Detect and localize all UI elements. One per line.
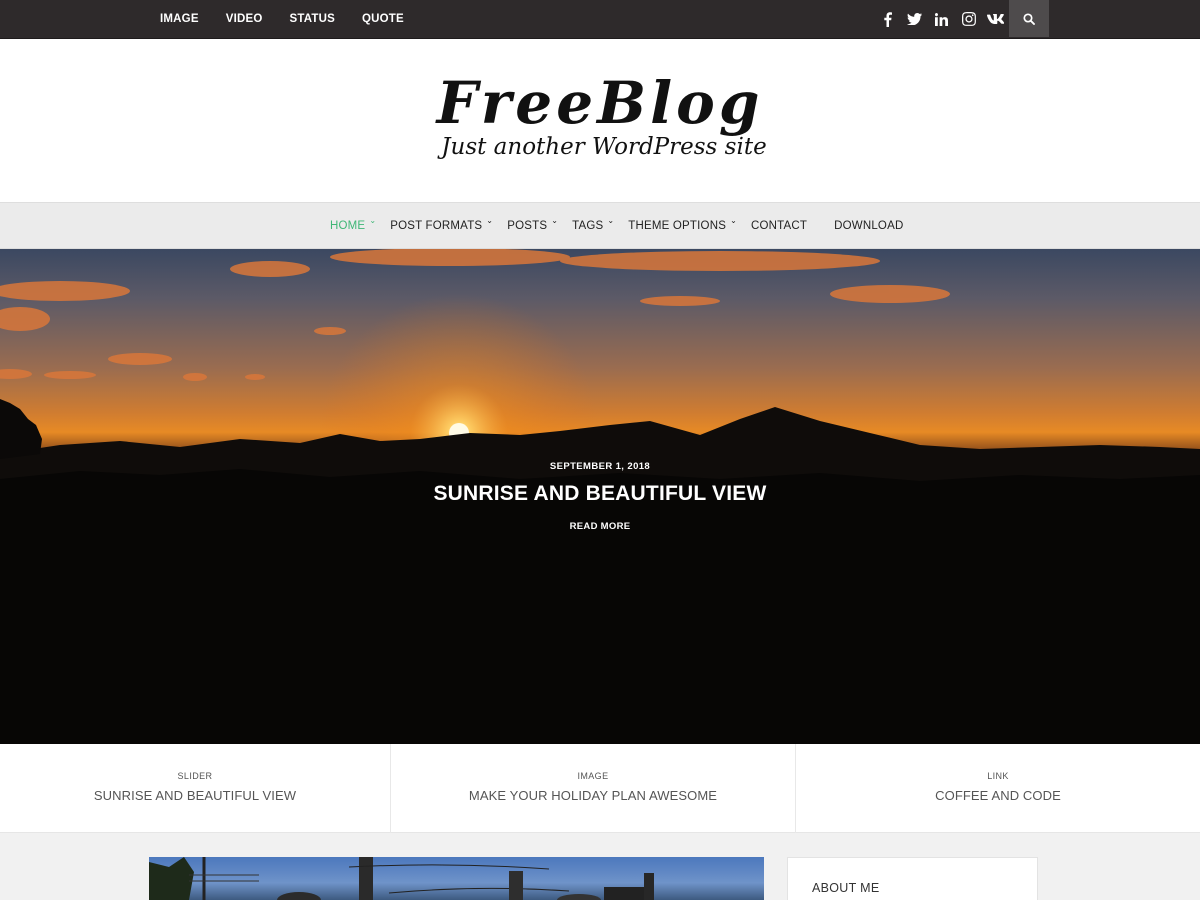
site-logo[interactable]: FreeBlog Just another WordPress site (0, 71, 1200, 161)
nav-item-label: CONTACT (750, 220, 808, 232)
linkedin-icon[interactable] (928, 0, 955, 38)
nav-item-download[interactable]: DOWNLOAD (834, 220, 903, 232)
social-links (874, 0, 1009, 38)
main-nav: HOME ⌄ POST FORMATS ⌄ POSTS ⌄ TAGS ⌄ THEME O… (0, 202, 1200, 249)
nav-item-label: DOWNLOAD (834, 220, 904, 232)
chevron-down-icon: ⌄ (486, 216, 494, 225)
nav-item-theme-options[interactable]: THEME OPTIONS ⌄ (628, 216, 737, 232)
vk-icon[interactable] (982, 0, 1009, 38)
nav-item-label: POST FORMATS (390, 220, 483, 232)
hero-date: SEPTEMBER 1, 2018 (549, 461, 651, 472)
nav-item-label: POSTS (507, 220, 548, 232)
site-header: FreeBlog Just another WordPress site (0, 39, 1200, 202)
facebook-icon[interactable] (874, 0, 901, 38)
featured-post-title[interactable]: COFFEE AND CODE (796, 788, 1200, 803)
instagram-icon[interactable] (955, 0, 982, 38)
site-title[interactable]: FreeBlog (0, 71, 1200, 135)
featured-post-image[interactable]: IMAGE MAKE YOUR HOLIDAY PLAN AWESOME (391, 744, 796, 833)
featured-posts: SLIDER SUNRISE AND BEAUTIFUL VIEW IMAGE … (0, 744, 1200, 833)
sidebar-widget-about: ABOUT ME (787, 857, 1038, 900)
post-thumbnail[interactable] (149, 857, 764, 900)
nav-item-home[interactable]: HOME ⌄ (330, 216, 376, 232)
featured-post-category[interactable]: LINK (796, 771, 1200, 781)
hero-read-more-link[interactable]: READ MORE (0, 521, 1200, 532)
featured-post-title[interactable]: SUNRISE AND BEAUTIFUL VIEW (0, 788, 390, 803)
main-nav-list: HOME ⌄ POST FORMATS ⌄ POSTS ⌄ TAGS ⌄ THEME O… (330, 203, 917, 249)
hero-slider[interactable]: SEPTEMBER 1, 2018 SUNRISE AND BEAUTIFUL … (0, 249, 1200, 744)
top-nav-video[interactable]: VIDEO (226, 13, 263, 25)
featured-post-link[interactable]: LINK COFFEE AND CODE (796, 744, 1200, 833)
widget-title: ABOUT ME (812, 881, 880, 895)
top-nav: IMAGE VIDEO STATUS QUOTE (149, 0, 419, 38)
search-icon (1023, 12, 1035, 25)
nav-item-label: HOME (330, 220, 366, 232)
nav-item-label: TAGS (572, 220, 604, 232)
chevron-down-icon: ⌄ (730, 216, 737, 225)
top-nav-status[interactable]: STATUS (290, 13, 336, 25)
top-bar-inner: IMAGE VIDEO STATUS QUOTE (149, 0, 1049, 39)
featured-post-slider[interactable]: SLIDER SUNRISE AND BEAUTIFUL VIEW (0, 744, 391, 833)
twitter-icon[interactable] (901, 0, 928, 38)
featured-post-title[interactable]: MAKE YOUR HOLIDAY PLAN AWESOME (391, 788, 795, 803)
nav-item-posts[interactable]: POSTS ⌄ (507, 216, 558, 232)
nav-item-contact[interactable]: CONTACT (751, 220, 807, 232)
nav-item-label: THEME OPTIONS (628, 220, 727, 232)
top-bar: IMAGE VIDEO STATUS QUOTE (0, 0, 1200, 39)
site-tagline: Just another WordPress site (441, 134, 767, 160)
chevron-down-icon: ⌄ (551, 216, 559, 225)
nav-item-tags[interactable]: TAGS ⌄ (572, 216, 614, 232)
hero-title[interactable]: SUNRISE AND BEAUTIFUL VIEW (0, 482, 1200, 506)
search-button[interactable] (1009, 0, 1049, 37)
featured-post-category[interactable]: IMAGE (391, 771, 795, 781)
featured-post-category[interactable]: SLIDER (0, 771, 390, 781)
nav-item-post-formats[interactable]: POST FORMATS ⌄ (390, 216, 493, 232)
chevron-down-icon: ⌄ (369, 216, 377, 225)
top-nav-image[interactable]: IMAGE (160, 13, 199, 25)
chevron-down-icon: ⌄ (607, 216, 615, 225)
top-nav-quote[interactable]: QUOTE (362, 13, 404, 25)
